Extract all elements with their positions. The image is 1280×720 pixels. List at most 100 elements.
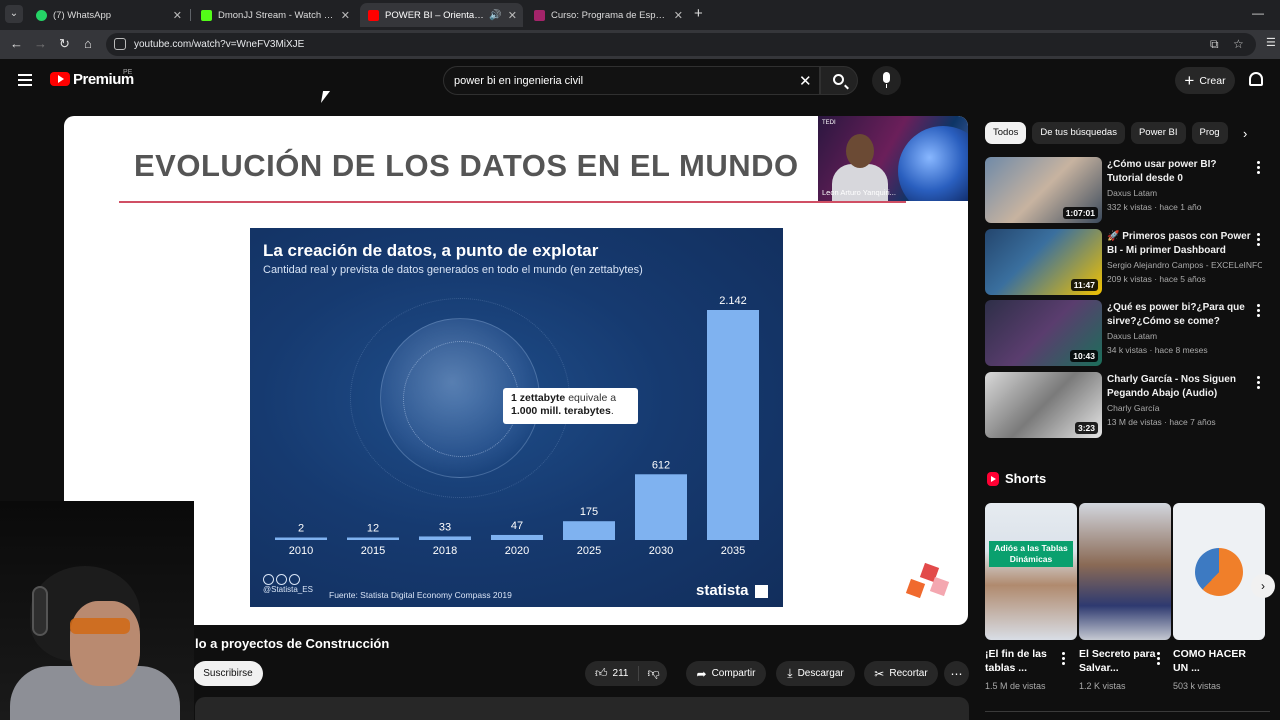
search-icon [833,74,844,85]
video-duration: 10:43 [1070,350,1098,362]
short-thumbnail[interactable] [1079,503,1171,640]
more-vertical-icon[interactable] [1257,376,1260,389]
presenter-webcam: TEDI Leon Arturo Yanquiri... [818,116,968,201]
tab-search-chevron-icon[interactable]: ⌄ [5,5,23,23]
guide-menu-icon[interactable] [18,74,32,86]
short-title[interactable]: ¡El fin de las tablas ... [985,647,1065,675]
by-icon [276,574,287,585]
video-thumbnail[interactable]: 3:23 [985,372,1102,438]
video-thumbnail[interactable]: 1:07:01 [985,157,1102,223]
voice-search-button[interactable] [872,66,901,95]
chip-power-bi[interactable]: Power BI [1130,122,1186,144]
browser-tab-power-bi[interactable]: POWER BI – Orientado a pro 🔊 ✕ [360,3,523,27]
youtube-logo-icon[interactable] [50,72,70,86]
recommendation-title[interactable]: ¿Cómo usar power BI? Tutorial desde 0 [1107,158,1254,185]
recommendation-title[interactable]: Charly García - Nos Siguen Pegando Abajo… [1107,373,1254,400]
address-bar[interactable]: youtube.com/watch?v=WneFV3MiXJE ⧉ ☆ [106,33,1256,56]
home-icon[interactable]: ⌂ [84,36,92,51]
install-app-icon[interactable]: ⧉ [1210,37,1219,52]
callout-bold-1: 1 zettabyte [511,392,566,404]
zettabyte-callout: 1 zettabyte equivale a 1.000 mill. terab… [503,388,638,424]
download-icon: ⤓ [787,666,793,680]
headset-icon [32,586,48,636]
create-button[interactable]: + Crear [1175,67,1235,94]
tab-title: (7) WhatsApp [53,9,112,21]
recommendation-channel[interactable]: Charly García [1107,403,1262,413]
short-views: 1.2 K vistas [1079,681,1126,691]
new-tab-plus-icon[interactable]: + [694,5,703,22]
video-thumbnail[interactable]: 11:47 [985,229,1102,295]
chart-bar-2018 [419,536,471,540]
minimize-window-icon[interactable]: — [1252,6,1264,20]
url-text[interactable]: youtube.com/watch?v=WneFV3MiXJE [134,39,304,50]
notifications-bell-icon[interactable] [1249,72,1263,86]
chip-prog[interactable]: Prog [1191,122,1228,144]
close-tab-icon[interactable]: ✕ [173,9,182,22]
close-tab-icon[interactable]: ✕ [341,9,350,22]
forward-arrow-icon[interactable]: → [34,36,47,51]
short-views: 503 k vistas [1173,681,1221,691]
recommendation-item[interactable]: 11:47 🚀 Primeros pasos con Power BI - Mi… [985,229,1270,295]
course-favicon-icon [534,9,545,21]
chart-value-label-2018: 33 [439,521,451,533]
search-button[interactable] [820,66,858,95]
browser-menu-icon[interactable]: ☰ [1266,36,1276,49]
shorts-logo-icon [987,471,999,486]
like-button[interactable]: 👍︎ 211 [585,666,639,681]
scissors-icon: ✂ [874,666,885,681]
chips-next-chevron-icon[interactable]: › [1243,126,1247,141]
chip-de-tus-busquedas[interactable]: De tus búsquedas [1032,122,1125,144]
clear-search-icon[interactable]: ✕ [799,72,812,90]
short-thumbnail[interactable] [1173,503,1265,640]
back-arrow-icon[interactable]: ← [10,36,23,51]
recommendation-title[interactable]: 🚀 Primeros pasos con Power BI - Mi prime… [1107,230,1254,257]
chip-todos[interactable]: Todos [985,122,1027,144]
more-vertical-icon[interactable] [1257,161,1260,174]
create-label: Crear [1199,74,1226,87]
browser-tab-whatsapp[interactable]: (7) WhatsApp ✕ [28,3,188,27]
browser-tab-stream[interactable]: DmonJJ Stream - Watch Live on ✕ [193,3,356,27]
chart-bar-2035 [707,310,759,540]
recommendation-channel[interactable]: Daxus Latam [1107,331,1262,341]
close-tab-icon[interactable]: ✕ [508,9,517,22]
search-box[interactable]: ✕ [443,66,820,95]
speaker-icon[interactable]: 🔊 [489,10,501,21]
recommendation-item[interactable]: 1:07:01 ¿Cómo usar power BI? Tutorial de… [985,157,1270,223]
slide-divider [119,201,906,203]
close-tab-icon[interactable]: ✕ [674,9,683,22]
clip-label: Recortar [889,668,928,679]
shorts-next-chevron-icon[interactable]: › [1251,574,1275,598]
video-player[interactable]: EVOLUCIÓN DE LOS DATOS EN EL MUNDO TEDI … [64,116,968,625]
more-vertical-icon[interactable] [1257,304,1260,317]
clip-button[interactable]: ✂ Recortar [864,661,938,686]
browser-tab-strip: ⌄ (7) WhatsApp ✕ DmonJJ Stream - Watch L… [0,0,1280,30]
bookmark-star-icon[interactable]: ☆ [1233,37,1244,51]
short-title[interactable]: COMO HACER UN ... [1173,647,1253,675]
browser-tab-curso[interactable]: Curso: Programa de Especializa ✕ [526,3,689,27]
more-vertical-icon[interactable] [1062,652,1065,665]
more-actions-button[interactable]: ⋯ [944,661,969,686]
share-button[interactable]: ➦ Compartir [686,661,766,686]
more-vertical-icon[interactable] [1257,233,1260,246]
recommendation-item[interactable]: 3:23 Charly García - Nos Siguen Pegando … [985,372,1270,438]
download-button[interactable]: ⤓ Descargar [776,661,855,686]
search-input[interactable] [454,72,784,90]
description-box[interactable] [195,697,969,720]
reload-icon[interactable]: ↻ [59,36,70,52]
short-thumbnail[interactable]: Adiós a las Tablas Dinámicas [985,503,1077,640]
share-label: Compartir [711,668,756,679]
plus-icon: + [1184,71,1195,90]
recommendation-channel[interactable]: Daxus Latam [1107,188,1262,198]
subscribe-button[interactable]: Suscribirse [193,661,263,686]
dislike-button[interactable]: 👎︎ [639,666,660,681]
recommendation-channel[interactable]: Sergio Alejandro Campos - EXCELeINFO [1107,260,1262,270]
recommendation-item[interactable]: 10:43 ¿Qué es power bi?¿Para que sirve?¿… [985,300,1270,366]
callout-rest-1: equivale a [565,392,617,404]
chart-source: Fuente: Statista Digital Economy Compass… [329,590,512,600]
video-thumbnail[interactable]: 10:43 [985,300,1102,366]
short-title[interactable]: El Secreto para Salvar... [1079,647,1159,675]
site-settings-icon[interactable] [114,38,126,50]
more-vertical-icon[interactable] [1157,652,1160,665]
nd-icon [289,574,300,585]
recommendation-title[interactable]: ¿Qué es power bi?¿Para que sirve?¿Cómo s… [1107,301,1254,328]
